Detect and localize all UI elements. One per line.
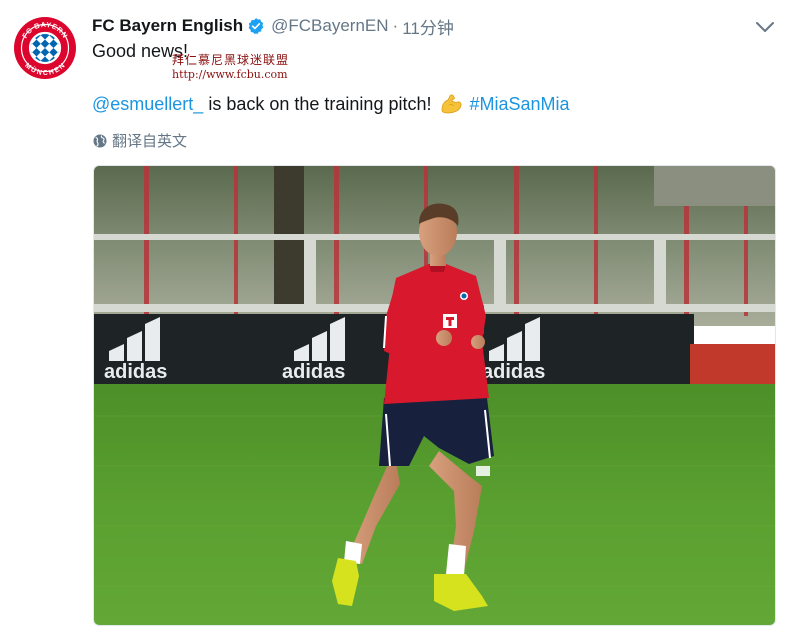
training-pitch-photo: adidas adidas adidas bbox=[94, 166, 775, 625]
adidas-text-1: adidas bbox=[104, 361, 167, 383]
tweet-text-line2: @esmuellert_ is back on the training pit… bbox=[92, 93, 570, 115]
tweet-photo[interactable]: adidas adidas adidas bbox=[93, 165, 776, 626]
tweet-header: FC Bayern English @FCBayernEN · 11分钟 bbox=[92, 14, 454, 38]
verified-badge-icon bbox=[248, 18, 264, 35]
chevron-down-icon[interactable] bbox=[754, 18, 776, 36]
watermark-title: 拜仁慕尼黑球迷联盟 bbox=[172, 53, 290, 67]
bayern-avatar[interactable]: FC BAYERN MÜNCHEN bbox=[12, 15, 78, 81]
header-separator: · bbox=[392, 16, 399, 35]
adidas-text-3: adidas bbox=[482, 361, 545, 383]
translate-label: 翻译自英文 bbox=[112, 133, 188, 150]
hashtag-link[interactable]: #MiaSanMia bbox=[469, 94, 569, 115]
display-name[interactable]: FC Bayern English bbox=[92, 16, 243, 36]
adidas-text-2: adidas bbox=[282, 361, 345, 383]
watermark-url: http://www.fcbu.com bbox=[172, 68, 288, 81]
user-handle[interactable]: @FCBayernEN bbox=[271, 16, 388, 36]
mention-link[interactable]: @esmuellert_ bbox=[92, 94, 203, 115]
watermark: 拜仁慕尼黑球迷联盟 http://www.fcbu.com bbox=[172, 53, 289, 82]
flexed-biceps-emoji bbox=[442, 94, 462, 114]
translate-link[interactable]: 翻译自英文 bbox=[93, 130, 187, 151]
tweet-timestamp[interactable]: 11分钟 bbox=[402, 14, 454, 39]
globe-icon bbox=[93, 134, 107, 147]
tweet-body-text: is back on the training pitch! bbox=[208, 93, 432, 114]
